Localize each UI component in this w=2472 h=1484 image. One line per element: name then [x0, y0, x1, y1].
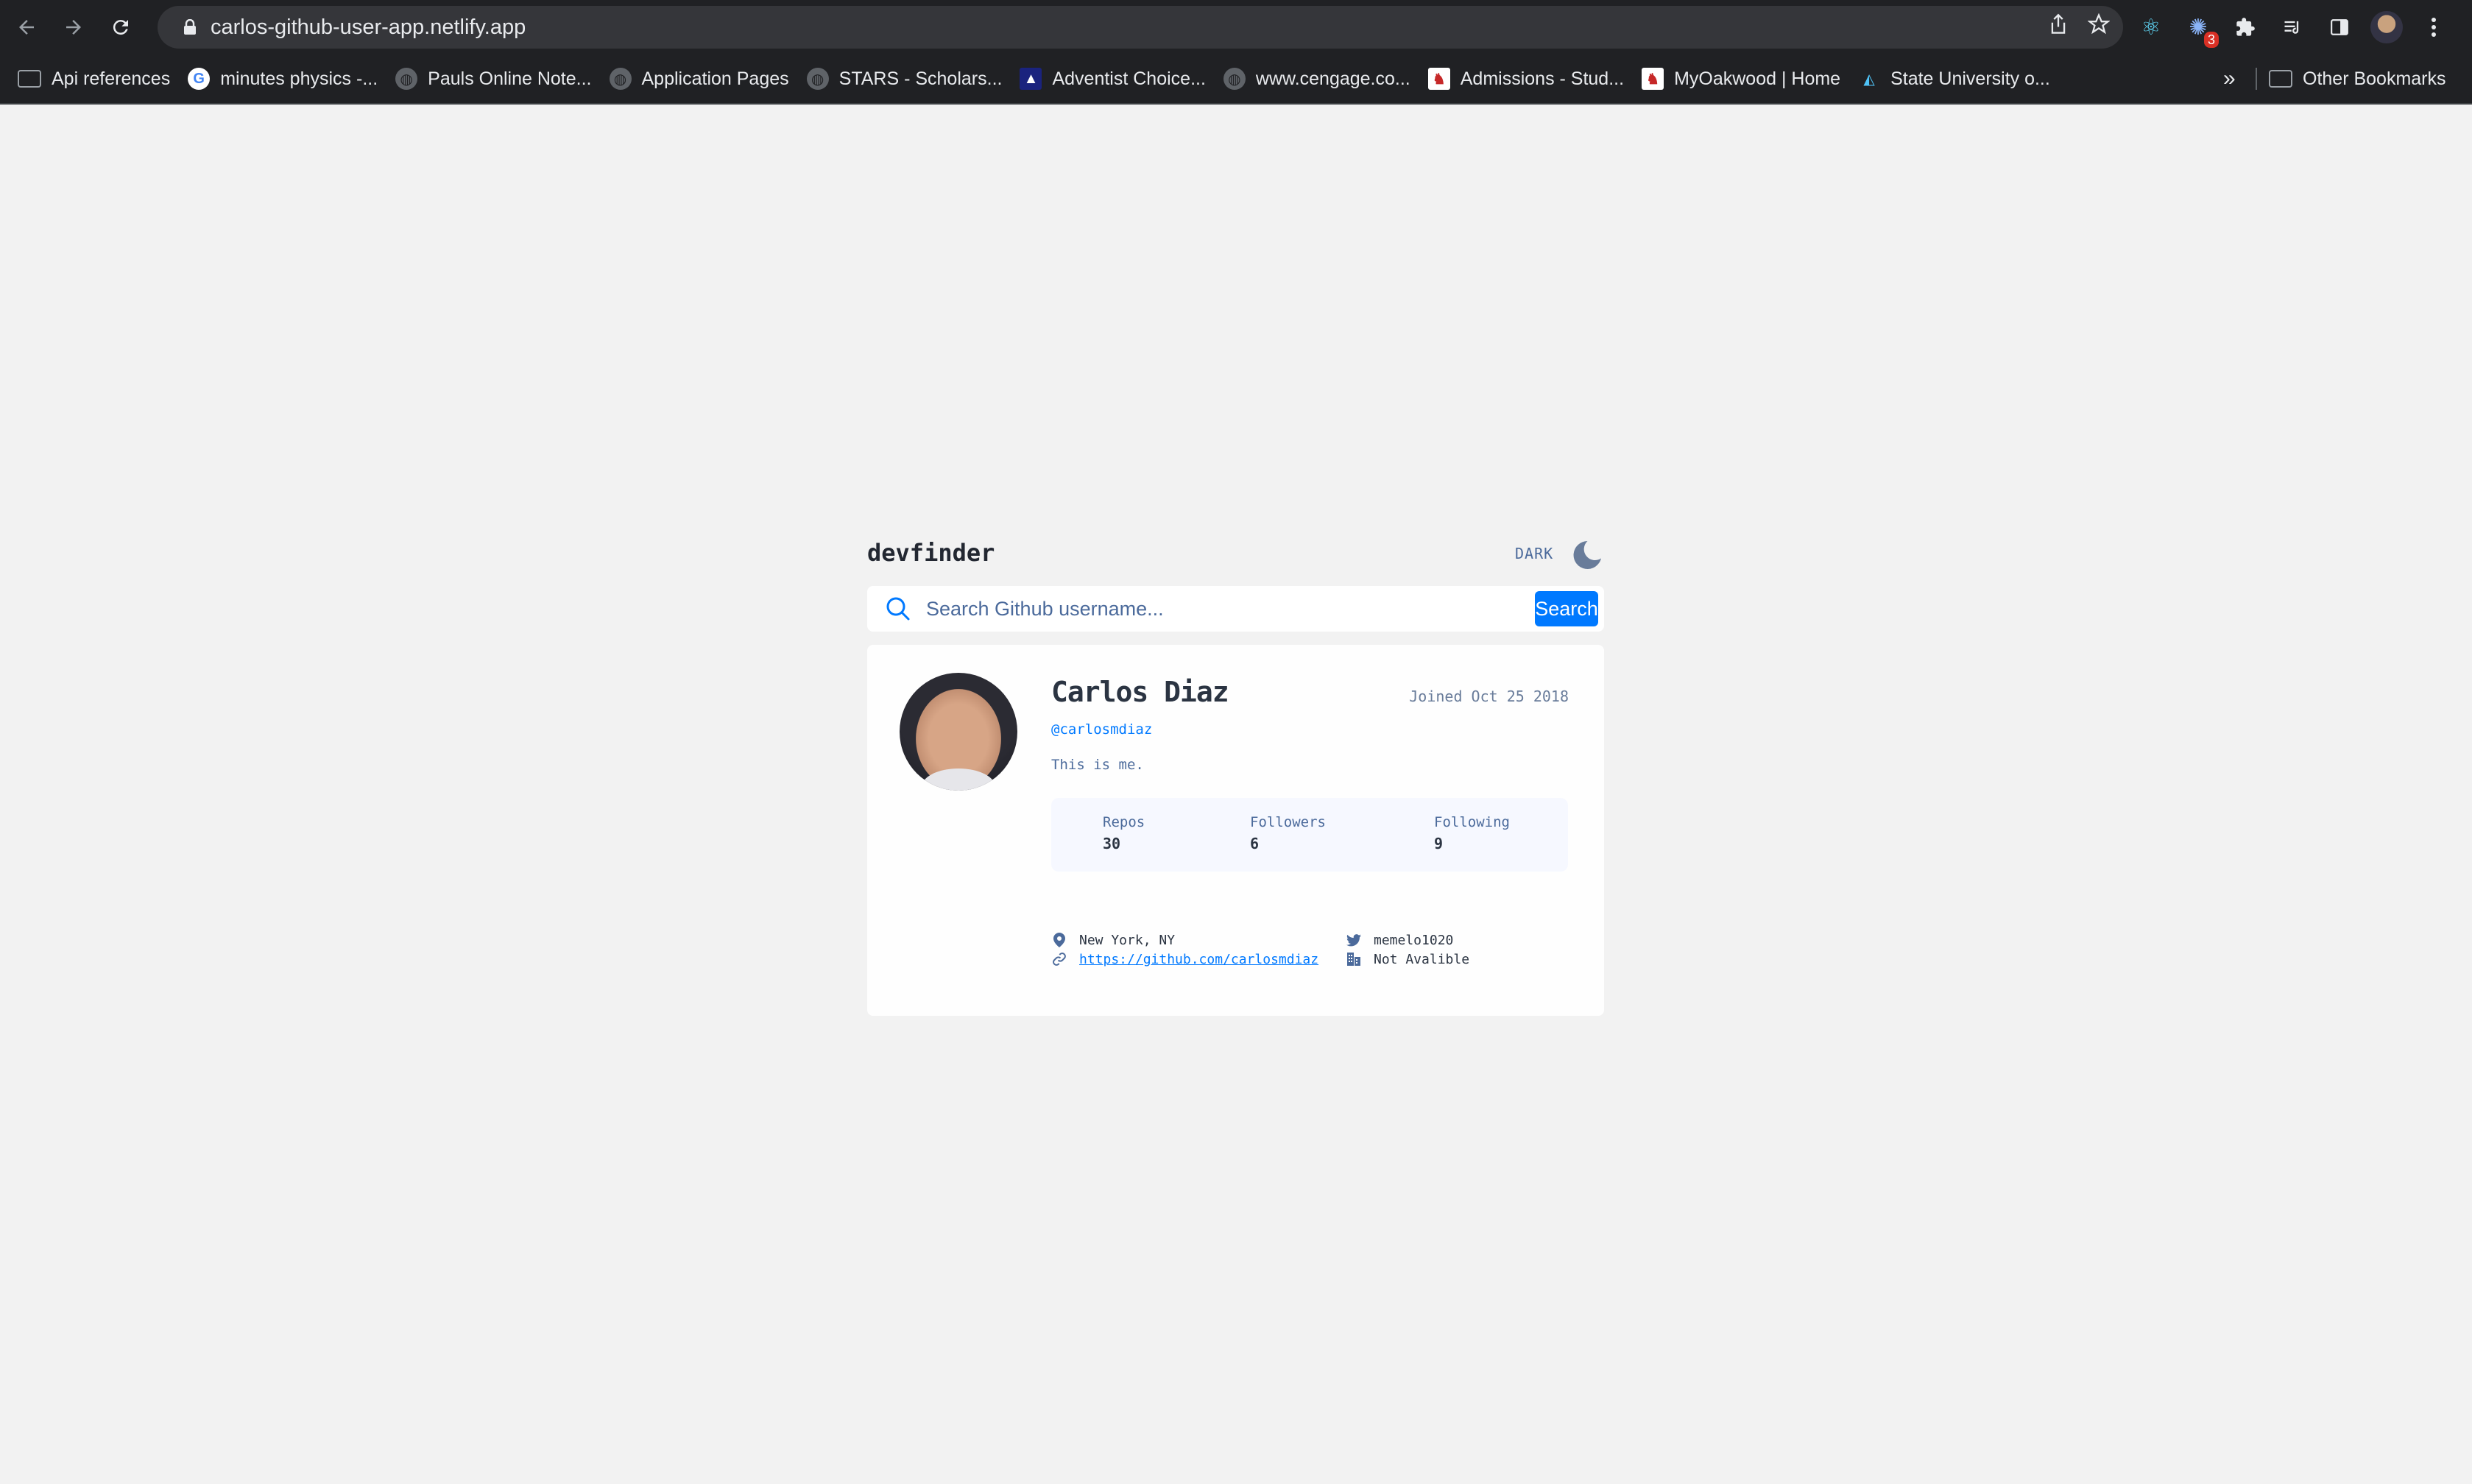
building-icon — [1346, 951, 1362, 967]
arrow-left-icon — [19, 20, 34, 35]
bookmark-label: MyOakwood | Home — [1674, 68, 1841, 89]
adventist-icon: ▲ — [1020, 68, 1042, 90]
search-input[interactable] — [925, 596, 1509, 621]
address-bar[interactable]: carlos-github-user-app.netlify.app — [158, 6, 2123, 49]
bookmark-item[interactable]: ◭ State University o... — [1858, 68, 2050, 90]
forward-button[interactable] — [53, 7, 94, 48]
app-header: devfinder DARK — [867, 529, 1604, 580]
bookmark-item[interactable]: ◍ STARS - Scholars... — [806, 68, 1003, 90]
profile-avatar-icon[interactable] — [2370, 11, 2403, 43]
stat-label: Followers — [1250, 814, 1326, 830]
bookmark-label: STARS - Scholars... — [838, 68, 1003, 89]
theme-toggle-label[interactable]: DARK — [1515, 545, 1553, 562]
url-text[interactable]: carlos-github-user-app.netlify.app — [211, 15, 526, 40]
bookmark-item[interactable]: Api references — [18, 68, 170, 90]
bookmark-star-icon[interactable] — [2087, 13, 2111, 41]
puzzle-extensions-icon[interactable] — [2229, 11, 2261, 43]
extension-icon[interactable]: ✺ 3 — [2182, 11, 2219, 48]
bookmarks-divider — [2256, 68, 2257, 90]
company-text: Not Avalible — [1374, 951, 1470, 967]
bookmark-item[interactable]: Gminutes physics -... — [188, 68, 378, 90]
company-item: Not Avalible — [1346, 951, 1469, 967]
back-button[interactable] — [6, 7, 47, 48]
google-icon: G — [188, 68, 211, 90]
folder-icon — [2269, 70, 2292, 88]
app-logo: devfinder — [867, 539, 995, 567]
globe-icon: ◍ — [609, 68, 632, 90]
search-icon — [886, 597, 910, 621]
stat-label: Following — [1434, 814, 1510, 830]
link-icon — [1051, 951, 1067, 967]
globe-icon: ◍ — [1223, 68, 1246, 90]
lock-icon — [174, 19, 206, 35]
stat-following: Following 9 — [1434, 814, 1510, 852]
folder-icon — [18, 70, 41, 88]
twitter-item: memelo1020 — [1346, 932, 1453, 948]
blog-item: https://github.com/carlosmdiaz — [1051, 951, 1318, 967]
share-icon[interactable] — [2048, 13, 2069, 41]
stat-repos: Repos 30 — [1103, 814, 1145, 852]
moon-icon[interactable] — [1571, 539, 1603, 571]
other-bookmarks-folder[interactable]: Other Bookmarks — [2269, 68, 2446, 90]
twitter-icon — [1346, 932, 1362, 948]
bookmark-item[interactable]: ♞ MyOakwood | Home — [1642, 68, 1840, 90]
more-bookmarks-button[interactable]: » — [2223, 66, 2236, 91]
bookmark-label: State University o... — [1890, 68, 2050, 89]
oakwood-icon: ♞ — [1427, 68, 1450, 90]
joined-date: Joined Oct 25 2018 — [1409, 688, 1569, 705]
bookmark-label: Pauls Online Note... — [428, 68, 592, 89]
bookmark-label: Admissions - Stud... — [1460, 68, 1625, 89]
browser-toolbar: carlos-github-user-app.netlify.app ⚛ ✺ 3 — [0, 0, 2472, 54]
react-devtools-icon[interactable]: ⚛ — [2135, 11, 2167, 43]
stat-label: Repos — [1103, 814, 1145, 830]
profile-login: @carlosmdiaz — [1051, 721, 1153, 738]
location-text: New York, NY — [1079, 932, 1176, 948]
bookmark-label: www.cengage.co... — [1255, 68, 1410, 89]
bookmark-item[interactable]: ◍ www.cengage.co... — [1223, 68, 1410, 90]
stat-followers: Followers 6 — [1250, 814, 1326, 852]
profile-card: Carlos Diaz Joined Oct 25 2018 @carlosmd… — [867, 645, 1604, 1016]
bookmark-label: minutes physics -... — [220, 68, 378, 89]
bookmark-item[interactable]: ◍ Pauls Online Note... — [395, 68, 592, 90]
blog-link[interactable]: https://github.com/carlosmdiaz — [1079, 952, 1318, 967]
location-pin-icon — [1051, 932, 1067, 948]
extension-badge: 3 — [2203, 32, 2219, 48]
bookmarks-bar: Api references Gminutes physics -... ◍ Pa… — [0, 54, 2472, 105]
search-button[interactable]: Search — [1535, 591, 1598, 626]
oakwood-icon: ♞ — [1642, 68, 1664, 90]
bookmark-item[interactable]: ◍ Application Pages — [609, 68, 789, 90]
stats-panel: Repos 30 Followers 6 Following 9 — [1051, 798, 1568, 872]
search-bar: Search — [867, 586, 1604, 632]
reading-list-icon[interactable] — [2276, 11, 2309, 43]
menu-kebab-icon[interactable] — [2418, 11, 2450, 43]
bookmark-label: Api references — [52, 68, 171, 89]
location-item: New York, NY — [1051, 932, 1175, 948]
other-bookmarks-label: Other Bookmarks — [2303, 68, 2446, 89]
profile-bio: This is me. — [1051, 757, 1144, 773]
profile-name: Carlos Diaz — [1051, 676, 1229, 708]
bookmark-label: Application Pages — [641, 68, 789, 89]
arrow-right-icon — [66, 20, 81, 35]
twitter-handle[interactable]: memelo1020 — [1374, 933, 1453, 948]
devfinder-app: devfinder DARK Search Carlos Diaz Joined… — [867, 529, 1604, 1016]
side-panel-icon[interactable] — [2323, 11, 2356, 43]
reload-button[interactable] — [100, 7, 141, 48]
stat-value: 30 — [1103, 835, 1121, 852]
globe-icon: ◍ — [395, 68, 418, 90]
avatar — [900, 673, 1017, 791]
extensions-tray: ⚛ ✺ 3 — [2135, 6, 2450, 49]
reload-icon — [113, 20, 128, 35]
stat-value: 9 — [1434, 835, 1444, 852]
bookmark-item[interactable]: ♞ Admissions - Stud... — [1427, 68, 1625, 90]
state-university-icon: ◭ — [1863, 71, 1875, 88]
globe-icon: ◍ — [806, 68, 829, 90]
bookmark-label: Adventist Choice... — [1052, 68, 1206, 89]
bookmark-item[interactable]: ▲ Adventist Choice... — [1020, 68, 1206, 90]
stat-value: 6 — [1250, 835, 1260, 852]
